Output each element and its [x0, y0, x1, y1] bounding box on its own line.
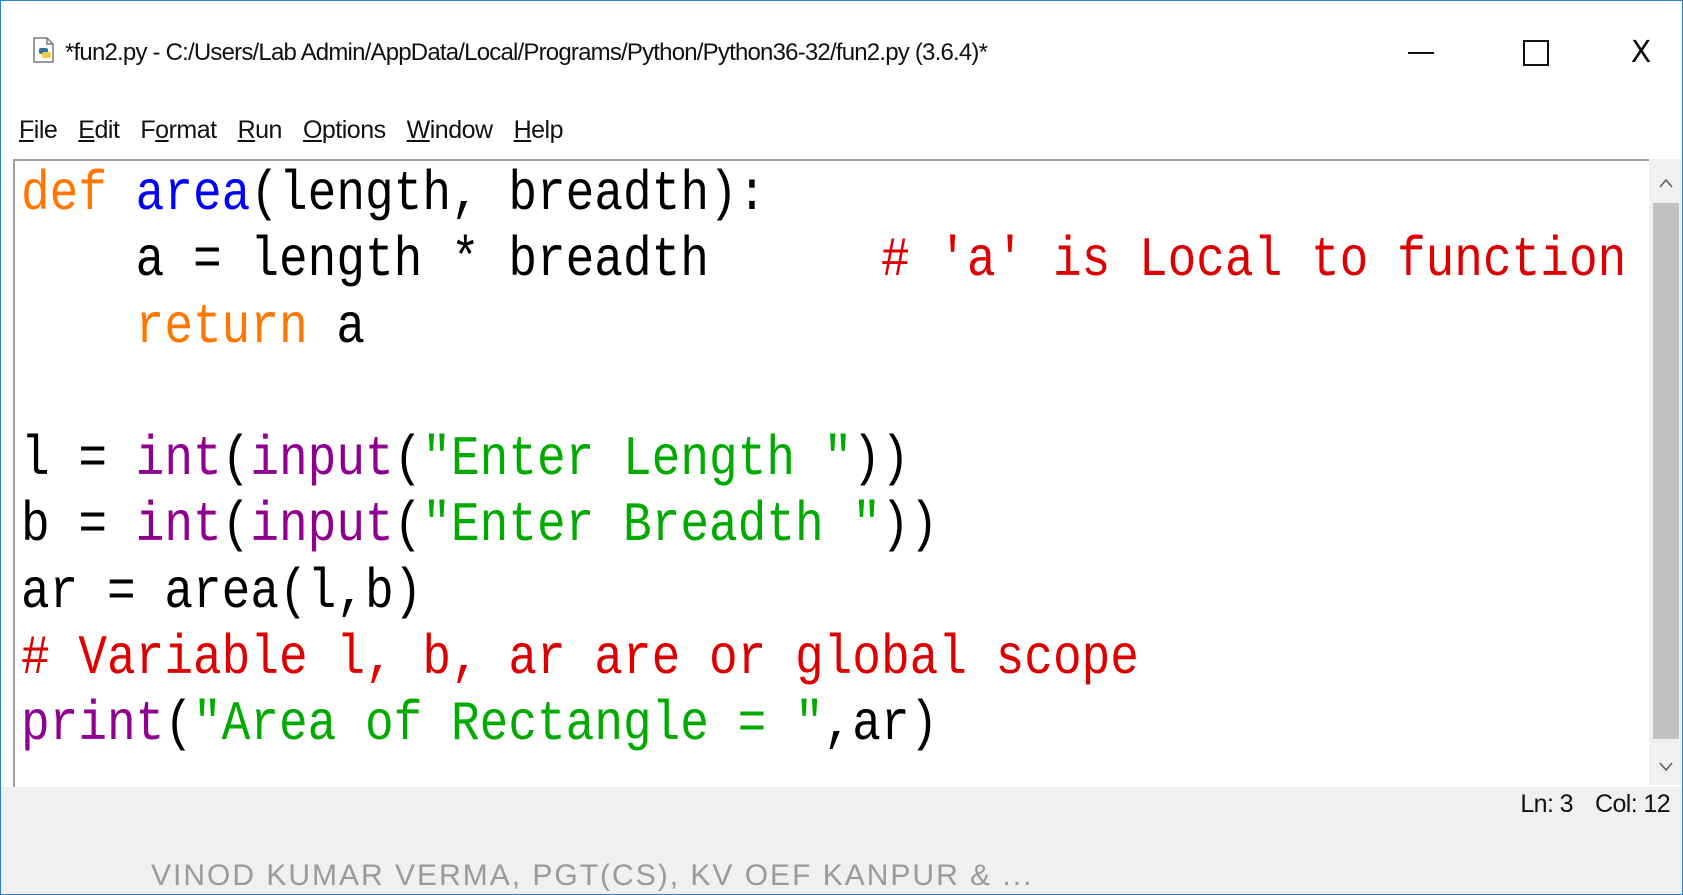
line-number: Ln: 3 — [1520, 790, 1573, 818]
minimize-button[interactable] — [1381, 23, 1461, 83]
code-text[interactable]: def area(length, breadth): a = length * … — [21, 161, 1651, 758]
menu-format[interactable]: Format — [140, 116, 217, 145]
maximize-icon — [1523, 40, 1549, 66]
scroll-down-button[interactable] — [1649, 745, 1682, 785]
column-number: Col: 12 — [1594, 790, 1671, 818]
maximize-button[interactable] — [1496, 23, 1576, 83]
menu-window[interactable]: Window — [407, 116, 493, 145]
menu-file[interactable]: File — [19, 116, 58, 145]
menu-edit[interactable]: Edit — [78, 116, 120, 145]
cursor-position: Ln: 3 Col: 12 — [1520, 790, 1670, 819]
close-icon: X — [1630, 35, 1652, 70]
menu-options[interactable]: Options — [303, 116, 386, 145]
chevron-down-icon — [1659, 753, 1673, 777]
code-editor[interactable]: def area(length, breadth): a = length * … — [13, 159, 1651, 787]
scrollbar-thumb[interactable] — [1653, 203, 1679, 739]
window-title: *fun2.py - C:/Users/Lab Admin/AppData/Lo… — [65, 39, 988, 66]
status-bar: Ln: 3 Col: 12 VINOD KUMAR VERMA, PGT(CS),… — [1, 787, 1682, 894]
menu-run[interactable]: Run — [238, 116, 283, 145]
scroll-up-button[interactable] — [1649, 161, 1682, 201]
menu-bar: File Edit Format Run Options Window Help — [1, 105, 1682, 155]
python-file-icon — [31, 37, 57, 63]
minimize-icon — [1408, 52, 1434, 54]
menu-help[interactable]: Help — [514, 116, 564, 145]
vertical-scrollbar[interactable] — [1649, 159, 1682, 785]
title-bar[interactable]: *fun2.py - C:/Users/Lab Admin/AppData/Lo… — [1, 1, 1682, 97]
close-button[interactable]: X — [1601, 23, 1681, 83]
watermark-text: VINOD KUMAR VERMA, PGT(CS), KV OEF KANPU… — [151, 859, 1034, 892]
idle-editor-window: *fun2.py - C:/Users/Lab Admin/AppData/Lo… — [0, 0, 1683, 895]
chevron-up-icon — [1659, 169, 1673, 193]
